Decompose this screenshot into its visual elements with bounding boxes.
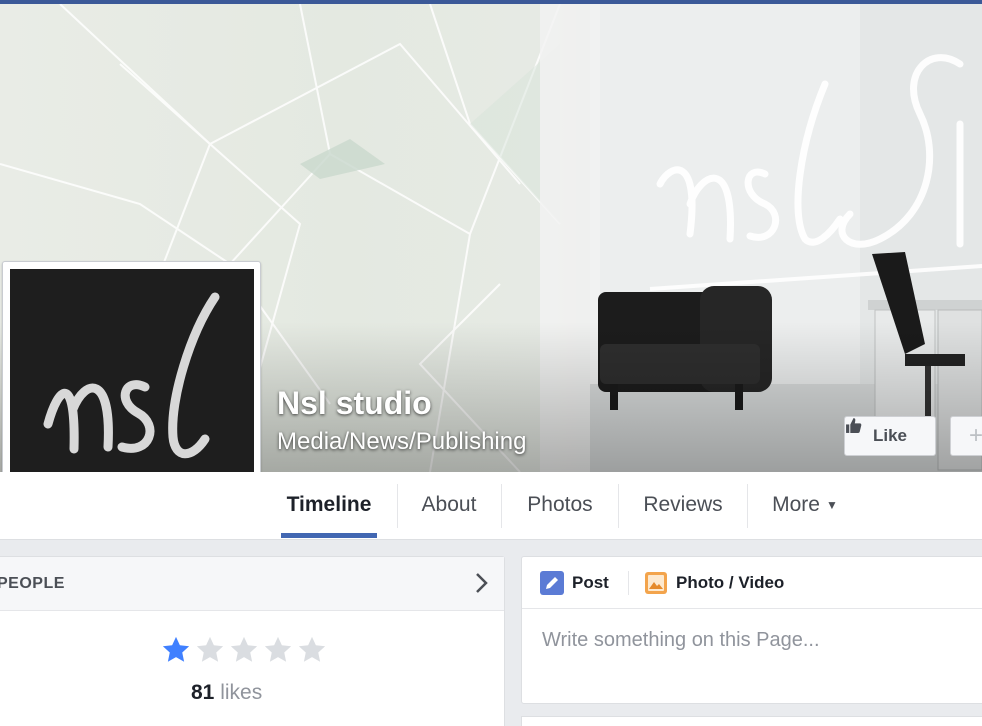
star-filled-icon [162, 636, 190, 662]
star-empty-icon [298, 636, 326, 662]
tab-divider [501, 484, 502, 528]
tab-about-label: About [421, 493, 477, 516]
page-tab-bar: Timeline About Photos Reviews More ▼ [0, 472, 982, 540]
composer-post-label: Post [572, 573, 609, 592]
thumbs-up-icon [846, 418, 862, 433]
people-card: PEOPLE 81 likes [0, 556, 505, 726]
people-card-header[interactable]: PEOPLE [0, 557, 504, 611]
rating-stars[interactable] [161, 635, 327, 665]
people-title: PEOPLE [0, 575, 65, 592]
composer-post-tab[interactable]: Post [540, 571, 609, 595]
pencil-icon [540, 571, 564, 595]
chevron-right-icon[interactable] [471, 570, 493, 596]
star-empty-icon [230, 636, 258, 662]
page-category[interactable]: Media/News/Publishing [277, 428, 526, 456]
tab-divider [397, 484, 398, 528]
composer-tab-divider [628, 571, 629, 595]
tab-about[interactable]: About [404, 472, 494, 538]
tab-photos-label: Photos [527, 493, 593, 516]
composer-card: Post Photo / Video Write something on th… [521, 556, 982, 704]
next-card [521, 716, 982, 726]
tab-more-label: More [772, 493, 820, 516]
tab-divider [618, 484, 619, 528]
likes-count: 81 [191, 681, 215, 704]
active-tab-indicator [281, 533, 377, 538]
photo-icon [645, 572, 667, 594]
composer-tabs: Post Photo / Video [522, 557, 982, 609]
star-empty-icon [196, 636, 224, 662]
likes-label: likes [220, 681, 263, 704]
like-button-label: Like [872, 426, 908, 445]
caret-down-icon: ▼ [825, 498, 838, 512]
star-empty-icon [264, 636, 292, 662]
tab-timeline[interactable]: Timeline [281, 472, 377, 538]
page-name[interactable]: Nsl studio [277, 385, 432, 422]
likes-summary[interactable]: 81 likes [0, 681, 504, 705]
tab-photos[interactable]: Photos [510, 472, 610, 538]
tab-timeline-label: Timeline [286, 493, 372, 516]
tab-more[interactable]: More ▼ [760, 472, 850, 538]
more-actions-button[interactable]: + [950, 416, 982, 456]
tab-divider [747, 484, 748, 528]
composer-photo-video-label: Photo / Video [676, 573, 785, 592]
composer-photo-video-tab[interactable]: Photo / Video [644, 571, 784, 595]
composer-text-input[interactable]: Write something on this Page... [542, 629, 820, 652]
tab-reviews-label: Reviews [643, 493, 723, 516]
like-button[interactable]: Like [844, 416, 936, 456]
tab-reviews[interactable]: Reviews [628, 472, 738, 538]
